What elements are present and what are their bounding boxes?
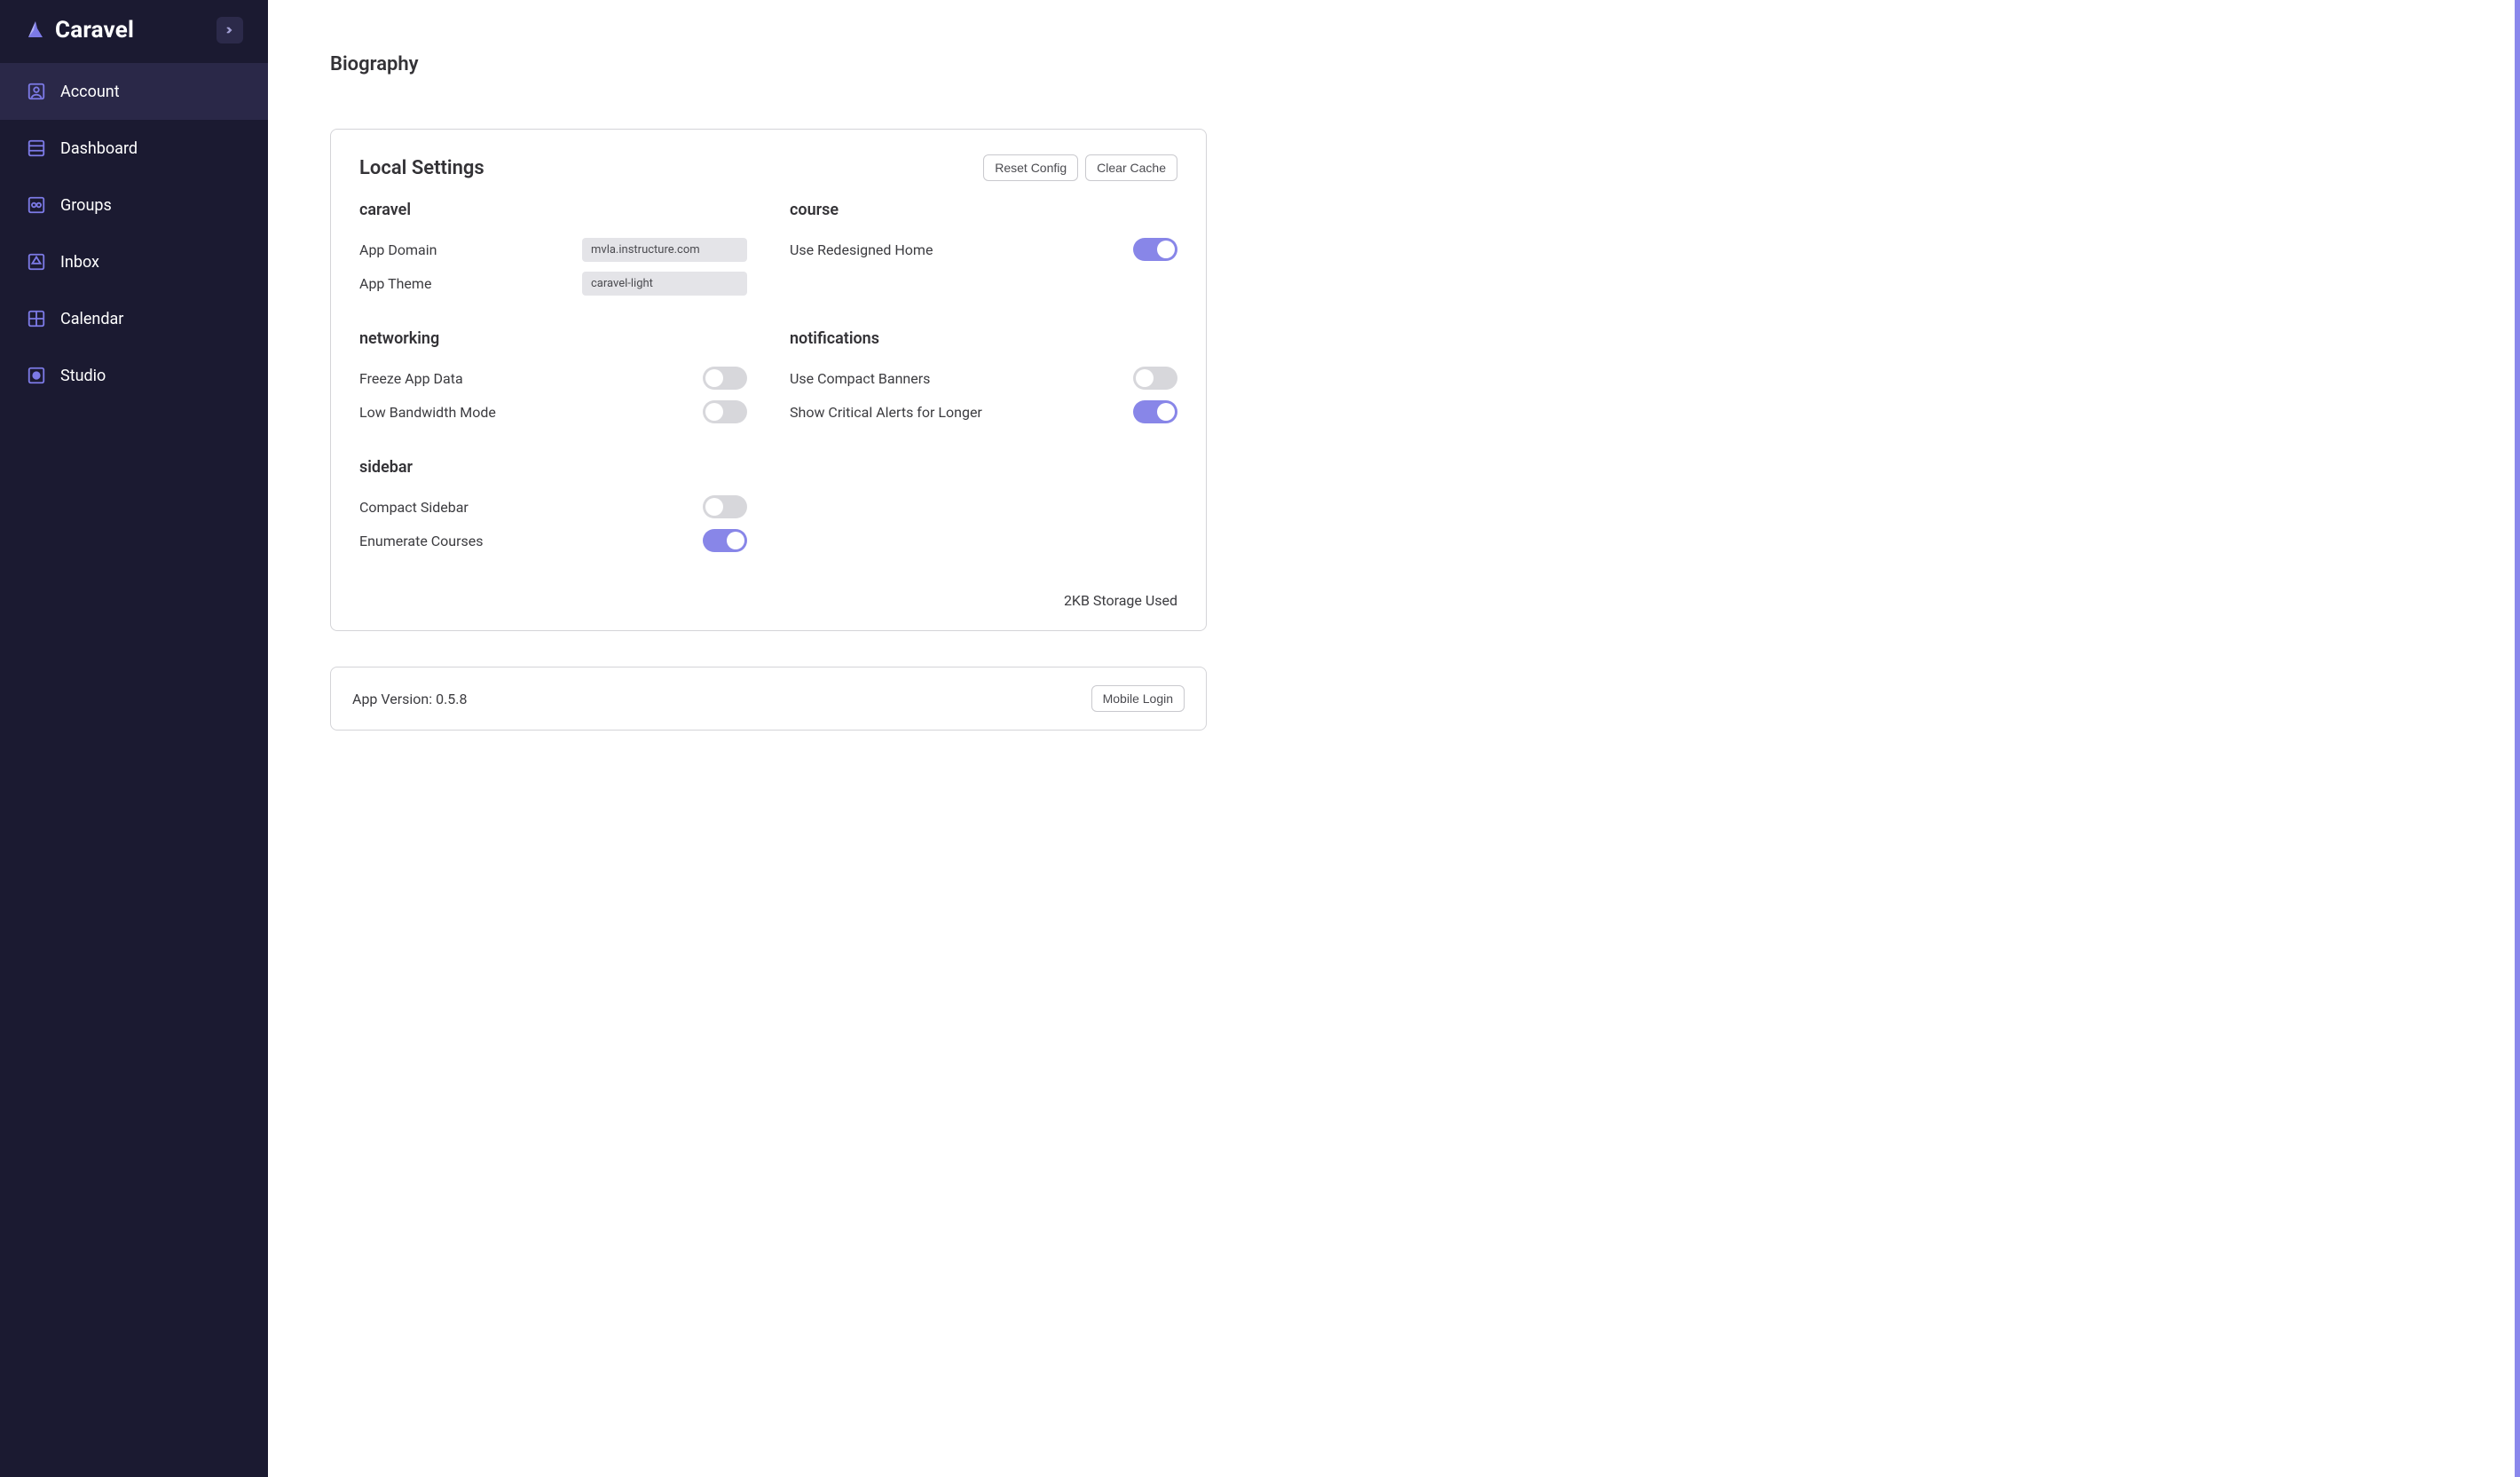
sidebar-item-label: Dashboard <box>60 139 138 158</box>
sidebar-header: Caravel <box>0 0 268 63</box>
sidebar-item-studio[interactable]: Studio <box>0 347 268 404</box>
local-settings-header: Local Settings Reset Config Clear Cache <box>359 154 1177 181</box>
brand-logo-icon <box>25 20 46 41</box>
group-networking: networking Freeze App Data Low Bandwidth… <box>359 329 747 428</box>
enumerate-courses-toggle[interactable] <box>703 529 747 552</box>
mobile-login-button[interactable]: Mobile Login <box>1091 685 1185 712</box>
sidebar-item-label: Calendar <box>60 310 123 328</box>
app-domain-label: App Domain <box>359 241 437 258</box>
group-caravel: caravel App Domain App Theme <box>359 201 747 299</box>
group-heading-sidebar: sidebar <box>359 458 747 477</box>
sidebar-item-dashboard[interactable]: Dashboard <box>0 120 268 177</box>
freeze-app-data-label: Freeze App Data <box>359 370 463 387</box>
sidebar: Caravel Account Dashboard <box>0 0 268 1477</box>
group-heading-caravel: caravel <box>359 201 747 219</box>
sidebar-item-label: Account <box>60 83 120 101</box>
group-notifications: notifications Use Compact Banners Show C… <box>790 329 1177 428</box>
sidebar-nav: Account Dashboard Groups Inbox <box>0 63 268 404</box>
app-domain-input[interactable] <box>582 238 747 262</box>
sidebar-item-account[interactable]: Account <box>0 63 268 120</box>
reset-config-button[interactable]: Reset Config <box>983 154 1078 181</box>
local-settings-actions: Reset Config Clear Cache <box>983 154 1177 181</box>
app-theme-input[interactable] <box>582 272 747 296</box>
biography-heading: Biography <box>330 53 1306 75</box>
main-content: Biography Local Settings Reset Config Cl… <box>268 0 2520 1477</box>
studio-icon <box>27 366 46 385</box>
local-settings-card: Local Settings Reset Config Clear Cache … <box>330 129 1207 631</box>
group-sidebar: sidebar Compact Sidebar Enumerate Course… <box>359 458 747 557</box>
compact-sidebar-label: Compact Sidebar <box>359 499 469 516</box>
dashboard-icon <box>27 138 46 158</box>
app-theme-label: App Theme <box>359 275 431 292</box>
sidebar-item-label: Inbox <box>60 253 99 272</box>
clear-cache-button[interactable]: Clear Cache <box>1085 154 1177 181</box>
freeze-app-data-toggle[interactable] <box>703 367 747 390</box>
group-course: course Use Redesigned Home x <box>790 201 1177 299</box>
account-icon <box>27 82 46 101</box>
inbox-icon <box>27 252 46 272</box>
collapse-sidebar-button[interactable] <box>217 17 243 43</box>
enumerate-courses-label: Enumerate Courses <box>359 533 484 549</box>
compact-sidebar-toggle[interactable] <box>703 495 747 518</box>
group-heading-course: course <box>790 201 1177 219</box>
groups-icon <box>27 195 46 215</box>
sidebar-item-calendar[interactable]: Calendar <box>0 290 268 347</box>
redesigned-home-label: Use Redesigned Home <box>790 241 933 258</box>
version-card: App Version: 0.5.8 Mobile Login <box>330 667 1207 731</box>
low-bandwidth-toggle[interactable] <box>703 400 747 423</box>
app-version-text: App Version: 0.5.8 <box>352 691 468 707</box>
calendar-icon <box>27 309 46 328</box>
compact-banners-toggle[interactable] <box>1133 367 1177 390</box>
local-settings-title: Local Settings <box>359 157 484 179</box>
sidebar-item-inbox[interactable]: Inbox <box>0 233 268 290</box>
compact-banners-label: Use Compact Banners <box>790 370 930 387</box>
sidebar-item-groups[interactable]: Groups <box>0 177 268 233</box>
group-heading-networking: networking <box>359 329 747 348</box>
low-bandwidth-label: Low Bandwidth Mode <box>359 404 496 421</box>
brand-name: Caravel <box>55 17 134 43</box>
group-heading-notifications: notifications <box>790 329 1177 348</box>
sidebar-item-label: Studio <box>60 367 106 385</box>
redesigned-home-toggle[interactable] <box>1133 238 1177 261</box>
critical-alerts-longer-toggle[interactable] <box>1133 400 1177 423</box>
sidebar-item-label: Groups <box>60 196 112 215</box>
critical-alerts-longer-label: Show Critical Alerts for Longer <box>790 404 982 421</box>
storage-used-text: 2KB Storage Used <box>359 592 1177 609</box>
brand: Caravel <box>25 17 134 43</box>
